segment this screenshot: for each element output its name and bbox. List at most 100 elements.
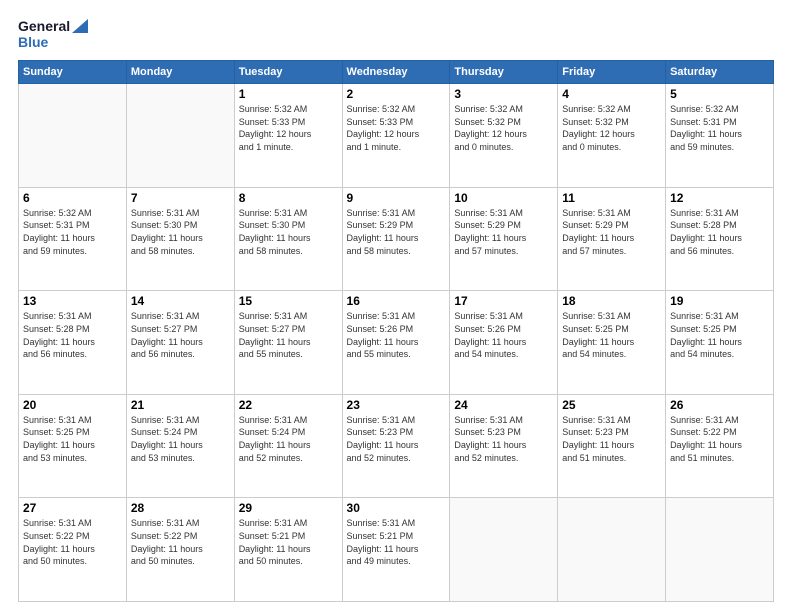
day-number: 5 <box>670 87 769 101</box>
calendar-cell: 10 Sunrise: 5:31 AM Sunset: 5:29 PM Dayli… <box>450 187 558 291</box>
calendar-cell: 14 Sunrise: 5:31 AM Sunset: 5:27 PM Dayli… <box>126 291 234 395</box>
day-number: 19 <box>670 294 769 308</box>
day-number: 1 <box>239 87 338 101</box>
day-number: 30 <box>347 501 446 515</box>
day-number: 10 <box>454 191 553 205</box>
calendar-week-row: 27 Sunrise: 5:31 AM Sunset: 5:22 PM Dayli… <box>19 498 774 602</box>
day-info: Sunrise: 5:32 AM Sunset: 5:33 PM Dayligh… <box>239 103 338 153</box>
day-number: 26 <box>670 398 769 412</box>
calendar-cell: 30 Sunrise: 5:31 AM Sunset: 5:21 PM Dayli… <box>342 498 450 602</box>
day-info: Sunrise: 5:31 AM Sunset: 5:24 PM Dayligh… <box>131 414 230 464</box>
day-info: Sunrise: 5:31 AM Sunset: 5:25 PM Dayligh… <box>562 310 661 360</box>
calendar-cell: 17 Sunrise: 5:31 AM Sunset: 5:26 PM Dayli… <box>450 291 558 395</box>
calendar-day-header: Tuesday <box>234 61 342 84</box>
day-info: Sunrise: 5:32 AM Sunset: 5:33 PM Dayligh… <box>347 103 446 153</box>
day-info: Sunrise: 5:31 AM Sunset: 5:25 PM Dayligh… <box>670 310 769 360</box>
day-number: 27 <box>23 501 122 515</box>
day-number: 24 <box>454 398 553 412</box>
calendar-cell: 29 Sunrise: 5:31 AM Sunset: 5:21 PM Dayli… <box>234 498 342 602</box>
day-number: 11 <box>562 191 661 205</box>
calendar-cell <box>666 498 774 602</box>
day-number: 2 <box>347 87 446 101</box>
calendar-cell: 11 Sunrise: 5:31 AM Sunset: 5:29 PM Dayli… <box>558 187 666 291</box>
day-info: Sunrise: 5:31 AM Sunset: 5:29 PM Dayligh… <box>454 207 553 257</box>
day-info: Sunrise: 5:31 AM Sunset: 5:30 PM Dayligh… <box>239 207 338 257</box>
calendar-cell: 1 Sunrise: 5:32 AM Sunset: 5:33 PM Daylig… <box>234 84 342 188</box>
calendar-cell: 9 Sunrise: 5:31 AM Sunset: 5:29 PM Daylig… <box>342 187 450 291</box>
calendar-cell <box>19 84 127 188</box>
day-number: 8 <box>239 191 338 205</box>
day-number: 6 <box>23 191 122 205</box>
calendar-table: SundayMondayTuesdayWednesdayThursdayFrid… <box>18 60 774 602</box>
page: General Blue SundayMondayTuesdayWednesda… <box>0 0 792 612</box>
day-number: 7 <box>131 191 230 205</box>
day-number: 3 <box>454 87 553 101</box>
day-info: Sunrise: 5:31 AM Sunset: 5:22 PM Dayligh… <box>131 517 230 567</box>
day-number: 9 <box>347 191 446 205</box>
day-number: 15 <box>239 294 338 308</box>
calendar-cell: 24 Sunrise: 5:31 AM Sunset: 5:23 PM Dayli… <box>450 394 558 498</box>
calendar-day-header: Monday <box>126 61 234 84</box>
day-number: 20 <box>23 398 122 412</box>
calendar-week-row: 20 Sunrise: 5:31 AM Sunset: 5:25 PM Dayli… <box>19 394 774 498</box>
calendar-day-header: Friday <box>558 61 666 84</box>
calendar-cell: 25 Sunrise: 5:31 AM Sunset: 5:23 PM Dayli… <box>558 394 666 498</box>
day-info: Sunrise: 5:32 AM Sunset: 5:31 PM Dayligh… <box>670 103 769 153</box>
calendar-week-row: 6 Sunrise: 5:32 AM Sunset: 5:31 PM Daylig… <box>19 187 774 291</box>
calendar-cell: 27 Sunrise: 5:31 AM Sunset: 5:22 PM Dayli… <box>19 498 127 602</box>
calendar-cell: 2 Sunrise: 5:32 AM Sunset: 5:33 PM Daylig… <box>342 84 450 188</box>
calendar-cell: 7Sunrise: 5:31 AM Sunset: 5:30 PM Daylig… <box>126 187 234 291</box>
day-number: 18 <box>562 294 661 308</box>
day-info: Sunrise: 5:31 AM Sunset: 5:28 PM Dayligh… <box>670 207 769 257</box>
day-info: Sunrise: 5:31 AM Sunset: 5:26 PM Dayligh… <box>347 310 446 360</box>
calendar-cell: 4Sunrise: 5:32 AM Sunset: 5:32 PM Daylig… <box>558 84 666 188</box>
calendar-cell <box>126 84 234 188</box>
logo-arrow-icon <box>72 19 88 33</box>
calendar-cell: 20 Sunrise: 5:31 AM Sunset: 5:25 PM Dayli… <box>19 394 127 498</box>
calendar-cell: 15 Sunrise: 5:31 AM Sunset: 5:27 PM Dayli… <box>234 291 342 395</box>
day-number: 21 <box>131 398 230 412</box>
day-info: Sunrise: 5:31 AM Sunset: 5:28 PM Dayligh… <box>23 310 122 360</box>
day-info: Sunrise: 5:31 AM Sunset: 5:27 PM Dayligh… <box>239 310 338 360</box>
calendar-day-header: Thursday <box>450 61 558 84</box>
day-number: 29 <box>239 501 338 515</box>
day-number: 12 <box>670 191 769 205</box>
day-number: 23 <box>347 398 446 412</box>
calendar-header-row: SundayMondayTuesdayWednesdayThursdayFrid… <box>19 61 774 84</box>
day-info: Sunrise: 5:31 AM Sunset: 5:29 PM Dayligh… <box>347 207 446 257</box>
day-info: Sunrise: 5:31 AM Sunset: 5:23 PM Dayligh… <box>562 414 661 464</box>
day-number: 14 <box>131 294 230 308</box>
day-info: Sunrise: 5:31 AM Sunset: 5:25 PM Dayligh… <box>23 414 122 464</box>
calendar-cell: 22 Sunrise: 5:31 AM Sunset: 5:24 PM Dayli… <box>234 394 342 498</box>
calendar-cell: 16Sunrise: 5:31 AM Sunset: 5:26 PM Dayli… <box>342 291 450 395</box>
calendar-cell: 28Sunrise: 5:31 AM Sunset: 5:22 PM Dayli… <box>126 498 234 602</box>
day-number: 17 <box>454 294 553 308</box>
calendar-day-header: Sunday <box>19 61 127 84</box>
calendar-cell: 8 Sunrise: 5:31 AM Sunset: 5:30 PM Daylig… <box>234 187 342 291</box>
calendar-cell: 18 Sunrise: 5:31 AM Sunset: 5:25 PM Dayli… <box>558 291 666 395</box>
day-number: 13 <box>23 294 122 308</box>
day-info: Sunrise: 5:32 AM Sunset: 5:32 PM Dayligh… <box>454 103 553 153</box>
day-info: Sunrise: 5:31 AM Sunset: 5:26 PM Dayligh… <box>454 310 553 360</box>
day-info: Sunrise: 5:31 AM Sunset: 5:22 PM Dayligh… <box>670 414 769 464</box>
calendar-cell: 19 Sunrise: 5:31 AM Sunset: 5:25 PM Dayli… <box>666 291 774 395</box>
day-info: Sunrise: 5:31 AM Sunset: 5:23 PM Dayligh… <box>454 414 553 464</box>
calendar-cell <box>558 498 666 602</box>
day-number: 25 <box>562 398 661 412</box>
calendar-cell: 23 Sunrise: 5:31 AM Sunset: 5:23 PM Dayli… <box>342 394 450 498</box>
day-info: Sunrise: 5:32 AM Sunset: 5:31 PM Dayligh… <box>23 207 122 257</box>
day-info: Sunrise: 5:31 AM Sunset: 5:21 PM Dayligh… <box>239 517 338 567</box>
day-number: 22 <box>239 398 338 412</box>
calendar-cell: 21 Sunrise: 5:31 AM Sunset: 5:24 PM Dayli… <box>126 394 234 498</box>
calendar-cell: 26 Sunrise: 5:31 AM Sunset: 5:22 PM Dayli… <box>666 394 774 498</box>
calendar-cell: 5 Sunrise: 5:32 AM Sunset: 5:31 PM Daylig… <box>666 84 774 188</box>
day-info: Sunrise: 5:31 AM Sunset: 5:27 PM Dayligh… <box>131 310 230 360</box>
calendar-cell <box>450 498 558 602</box>
day-info: Sunrise: 5:31 AM Sunset: 5:23 PM Dayligh… <box>347 414 446 464</box>
day-info: Sunrise: 5:31 AM Sunset: 5:22 PM Dayligh… <box>23 517 122 567</box>
calendar-day-header: Saturday <box>666 61 774 84</box>
day-info: Sunrise: 5:31 AM Sunset: 5:24 PM Dayligh… <box>239 414 338 464</box>
day-info: Sunrise: 5:31 AM Sunset: 5:21 PM Dayligh… <box>347 517 446 567</box>
day-info: Sunrise: 5:31 AM Sunset: 5:29 PM Dayligh… <box>562 207 661 257</box>
logo-general: General <box>18 18 70 34</box>
